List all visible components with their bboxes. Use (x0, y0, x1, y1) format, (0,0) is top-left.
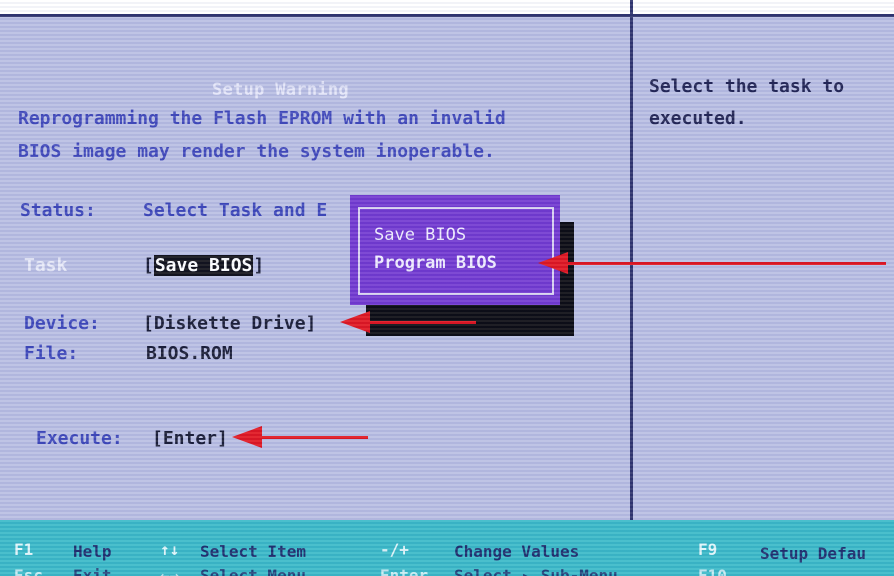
key-enter-label: Select ▸ Sub-Menu (454, 566, 618, 576)
key-plus-minus-label: Change Values (454, 542, 580, 561)
file-label: File: (24, 343, 79, 364)
key-arrows-leftright: ←→ (160, 566, 180, 576)
key-f9-label: Setup Defau (760, 544, 866, 563)
key-help-bar: F1 Help ↑↓ Select Item -/+ Change Values… (0, 520, 894, 576)
key-plus-minus: -/+ (380, 540, 409, 559)
task-field[interactable]: [Save BIOS] (143, 255, 264, 276)
annotation-arrow-program-bios-shaft (560, 262, 886, 265)
warning-text-line-1: Reprogramming the Flash EPROM with an in… (18, 108, 506, 129)
top-divider (0, 14, 894, 17)
setup-warning-title: Setup Warning (212, 80, 349, 100)
status-value: Select Task and E (143, 200, 328, 221)
key-esc-label: Exit (73, 566, 112, 576)
file-field[interactable]: BIOS.ROM (146, 343, 233, 364)
annotation-arrow-device-shaft (366, 321, 476, 324)
key-enter: Enter (380, 566, 429, 576)
key-arrows-updown-label: Select Item (200, 542, 306, 561)
task-options-popup[interactable]: Save BIOS Program BIOS (350, 195, 560, 305)
bios-setup-screen: Select the task to executed. Setup Warni… (0, 0, 894, 576)
status-label: Status: (20, 200, 96, 221)
task-open-bracket: [ (143, 255, 154, 276)
popup-option-save-bios[interactable]: Save BIOS (374, 225, 466, 245)
annotation-arrow-device-head (340, 311, 370, 333)
task-selected-value[interactable]: Save BIOS (153, 255, 254, 276)
key-f10: F10 (698, 566, 727, 576)
annotation-arrow-execute-head (232, 426, 262, 448)
item-help-line-2: executed. (649, 108, 747, 129)
top-border-gap (0, 0, 894, 14)
popup-frame (358, 207, 554, 295)
execute-label: Execute: (36, 428, 123, 449)
key-f9: F9 (698, 540, 718, 559)
annotation-arrow-execute-shaft (260, 436, 368, 439)
annotation-arrow-program-bios-head (538, 252, 568, 274)
key-f1: F1 (14, 540, 34, 559)
task-label: Task (24, 255, 68, 276)
key-esc: Esc (14, 566, 43, 576)
key-arrows-updown: ↑↓ (160, 540, 180, 559)
warning-text-line-2: BIOS image may render the system inopera… (18, 141, 495, 162)
execute-button[interactable]: [Enter] (152, 428, 228, 449)
key-f1-label: Help (73, 542, 112, 561)
device-field[interactable]: [Diskette Drive] (143, 313, 316, 334)
device-label: Device: (24, 313, 100, 334)
popup-option-program-bios[interactable]: Program BIOS (374, 253, 497, 273)
item-help-line-1: Select the task to (649, 76, 845, 97)
task-close-bracket: ] (253, 255, 265, 276)
key-arrows-leftright-label: Select Menu (200, 566, 306, 576)
panel-divider (630, 0, 633, 520)
